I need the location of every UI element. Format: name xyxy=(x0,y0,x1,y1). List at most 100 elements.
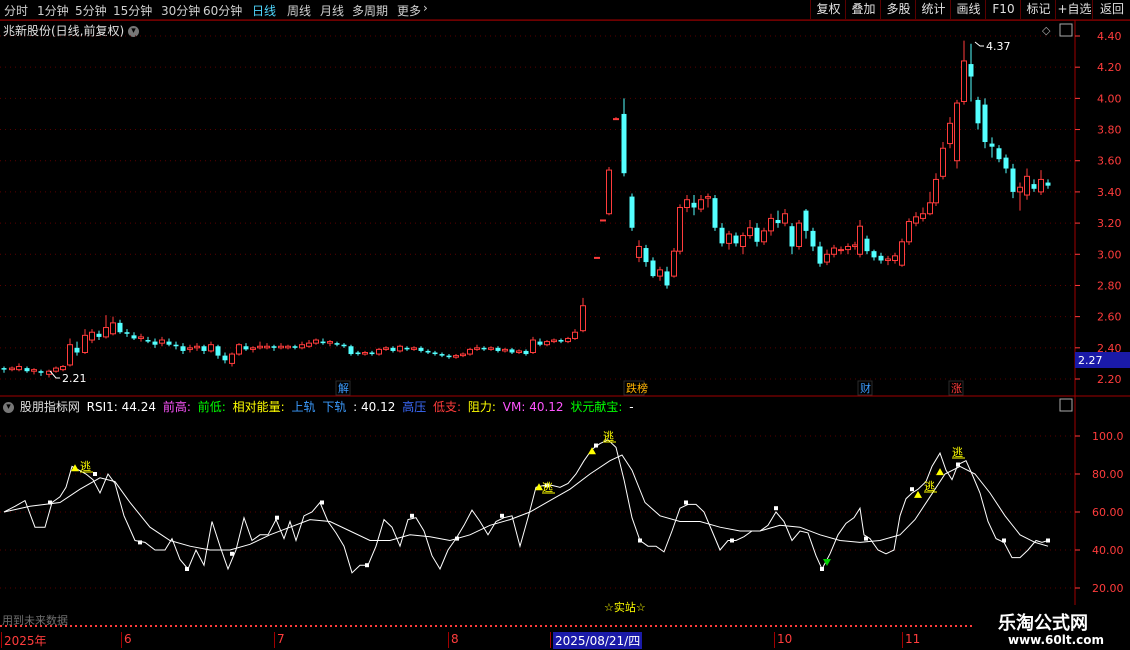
candle-body-down xyxy=(621,113,627,174)
rsi-point-marker xyxy=(594,443,598,448)
rsi-point-marker xyxy=(320,500,324,505)
watermark: 乐淘公式网 www.60lt.com xyxy=(990,605,1130,650)
escape-label: 逃 xyxy=(924,480,935,493)
price-axis-label: 2.60 xyxy=(1097,311,1122,324)
price-axis-label: 3.60 xyxy=(1097,155,1122,168)
candle-body-up xyxy=(636,245,642,258)
candle-body-up xyxy=(516,350,522,353)
candle-body-up xyxy=(138,336,144,339)
diamond-icon[interactable]: ◇ xyxy=(1042,24,1051,37)
future-data-label: 用到未来数据 xyxy=(2,613,68,627)
candle-body-down xyxy=(733,235,739,244)
candle-body-up xyxy=(1024,175,1030,196)
current-price-label: 2.27 xyxy=(1078,354,1103,367)
candle-body-down xyxy=(878,255,884,261)
candle-body-down xyxy=(810,230,816,247)
rsi-point-marker xyxy=(820,567,824,571)
panel-toggle-icon[interactable] xyxy=(1059,23,1073,37)
indicator-axis-label: 40.00 xyxy=(1092,544,1124,557)
candle-body-down xyxy=(558,340,564,342)
event-marker-2[interactable]: 财 xyxy=(860,381,871,395)
event-marker-1[interactable]: 跌榜 xyxy=(626,381,648,395)
price-axis-label: 3.40 xyxy=(1097,186,1122,199)
candle-body-down xyxy=(1,368,7,370)
candle-body-up xyxy=(551,339,557,343)
rsi-point-marker xyxy=(275,515,279,520)
candle-body-down xyxy=(74,347,80,353)
date-tick xyxy=(274,632,275,648)
candle-body-up xyxy=(600,219,606,222)
station-label: ☆实站☆ xyxy=(604,600,646,614)
candle-body-up xyxy=(684,199,690,208)
candle-body-up xyxy=(594,256,600,259)
candle-body-up xyxy=(572,331,578,339)
indicator-axis-label: 80.00 xyxy=(1092,468,1124,481)
val1-label: : 40.12 xyxy=(353,400,396,414)
zhuangyuan-label: 状元献宝: xyxy=(570,400,623,414)
candle-body-up xyxy=(299,344,305,349)
price-axis-label: 4.40 xyxy=(1097,30,1122,43)
candle-body-up xyxy=(474,347,480,350)
candle-body-up xyxy=(362,351,368,355)
candle-body-down xyxy=(24,368,30,372)
candle-body-up xyxy=(411,347,417,350)
candle-body-up xyxy=(306,342,312,347)
candle-body-down xyxy=(215,346,221,356)
candle-body-up xyxy=(899,241,905,266)
candle-body-up xyxy=(53,367,59,372)
candle-body-up xyxy=(82,334,88,353)
candle-body-down xyxy=(523,350,529,355)
candle-body-down xyxy=(152,341,158,345)
rsi1-value: RSI1: 44.24 xyxy=(86,400,157,414)
candle-body-up xyxy=(565,337,571,343)
buy-triangle-icon xyxy=(71,464,79,472)
candle-body-up xyxy=(920,213,926,219)
rsi-point-marker xyxy=(910,487,914,492)
indicator-axis-label: 100.0 xyxy=(1092,430,1124,443)
price-axis-label: 4.00 xyxy=(1097,92,1122,105)
candle-body-up xyxy=(383,347,389,350)
candle-body-up xyxy=(954,102,960,162)
qiangao-label: 前高: xyxy=(162,400,191,414)
candle-body-down xyxy=(975,99,981,124)
event-marker-3[interactable]: 涨 xyxy=(951,382,962,395)
rsi-point-marker xyxy=(365,563,369,568)
candle-body-up xyxy=(796,222,802,247)
candle-body-up xyxy=(103,327,109,338)
candle-body-down xyxy=(117,322,123,333)
chevron-down-icon[interactable]: ▾ xyxy=(3,402,14,413)
rsi-point-marker xyxy=(1046,538,1050,543)
watermark-url: www.60lt.com xyxy=(1008,633,1105,647)
escape-label: 逃 xyxy=(542,481,553,494)
price-axis-label: 3.20 xyxy=(1097,217,1122,230)
candle-body-down xyxy=(1045,182,1051,186)
candle-body-down xyxy=(789,226,795,247)
vm-label: VM: 40.12 xyxy=(502,400,564,414)
zuli-label: 阻力: xyxy=(467,400,496,414)
candle-body-down xyxy=(989,143,995,147)
candle-body-down xyxy=(481,347,487,350)
price-axis-label: 4.20 xyxy=(1097,61,1122,74)
candle-body-up xyxy=(698,199,704,210)
candle-body-down xyxy=(222,355,228,361)
candle-body-up xyxy=(31,369,37,372)
price-axis-label: 2.20 xyxy=(1097,373,1122,386)
candle-body-down xyxy=(334,343,340,345)
candle-body-up xyxy=(857,225,863,255)
event-marker-0[interactable]: 解 xyxy=(338,381,349,395)
date-axis: 2025年 6 7 8 2025/08/21/四 10 11 xyxy=(0,630,1075,650)
indicator-name[interactable]: 股朋指标网 xyxy=(20,400,80,414)
candle-body-up xyxy=(892,255,898,262)
candle-body-up xyxy=(580,305,586,332)
rsi-point-marker xyxy=(864,536,868,541)
candle-body-down xyxy=(201,346,207,351)
candle-body-up xyxy=(761,230,767,243)
candle-body-up xyxy=(838,249,844,252)
price-axis-label: 3.00 xyxy=(1097,248,1122,261)
indicator-panel-toggle-icon[interactable] xyxy=(1059,398,1073,412)
candle-body-down xyxy=(996,148,1002,160)
candle-body-up xyxy=(236,344,242,355)
candle-body-up xyxy=(397,345,403,352)
candle-body-up xyxy=(67,344,73,366)
candle-body-up xyxy=(747,227,753,237)
